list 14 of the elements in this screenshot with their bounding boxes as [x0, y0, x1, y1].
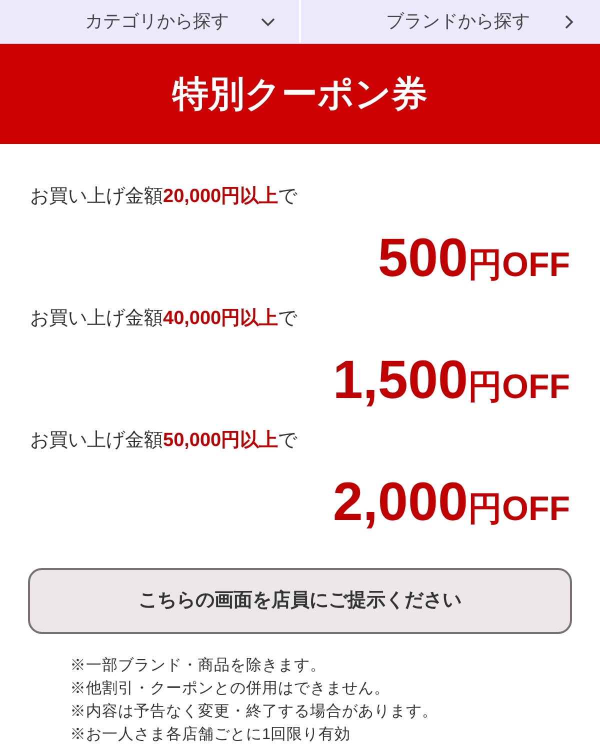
nav-link[interactable]: ブランドから探す	[386, 8, 530, 35]
offer-condition: お買い上げ金額20,000円以上で	[30, 185, 298, 209]
notice-button[interactable]: こちらの画面を店員にご提示ください	[28, 568, 572, 634]
discount-amount: 2,000円OFF	[332, 475, 570, 529]
note-text: ※内容は予告なく変更・終了する場合があります。	[70, 702, 438, 722]
banner-title: 特別クーポン券	[172, 72, 428, 116]
note-text: ※他割引・クーポンとの併用はできません。	[70, 679, 390, 699]
offer-condition: お買い上げ金額50,000円以上で	[30, 429, 298, 453]
discount-amount: 500円OFF	[378, 231, 570, 285]
note-text: ※一部ブランド・商品を除きます。	[70, 656, 326, 676]
note-text: ※お一人さま各店舗ごとに1回限り有効	[70, 725, 351, 745]
offer-condition: お買い上げ金額40,000円以上で	[30, 307, 298, 331]
nav-link[interactable]: カテゴリから探す	[85, 8, 229, 35]
discount-amount: 1,500円OFF	[332, 353, 570, 407]
